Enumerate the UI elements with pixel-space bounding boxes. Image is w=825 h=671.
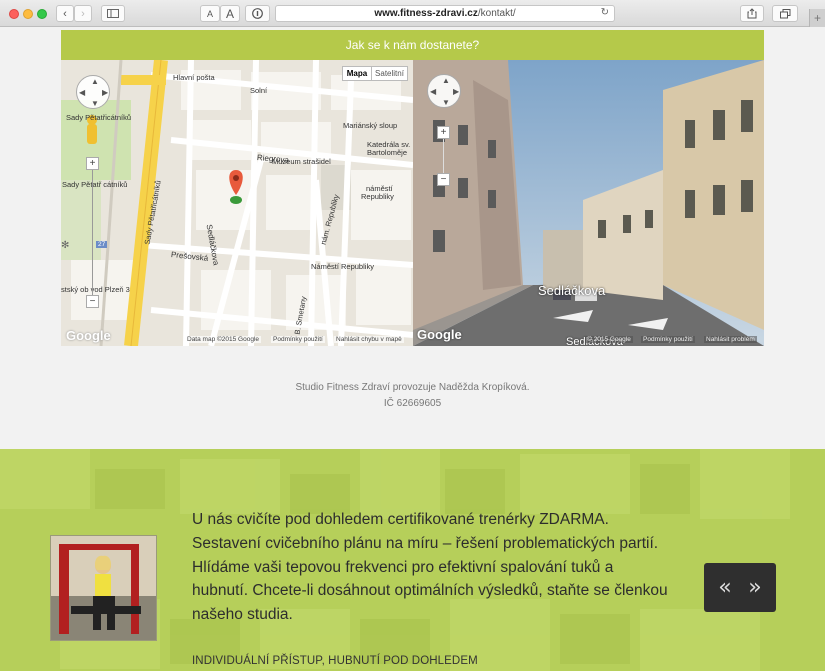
- map-pan-control[interactable]: ▲ ▼ ◀ ▶: [76, 75, 110, 109]
- map-label-road-27: 27: [96, 241, 108, 248]
- promo-section: U nás cvičíte pod dohledem certifikované…: [0, 449, 825, 671]
- font-smaller-label: A: [206, 8, 213, 19]
- map-footer: Data map ©2015 Google Podmínky použití N…: [61, 332, 413, 346]
- map-label-hlavni-posta: Hlavní pošta: [173, 73, 215, 82]
- promo-text: U nás cvičíte pod dohledem certifikované…: [192, 511, 668, 624]
- close-window-button[interactable]: [9, 9, 19, 19]
- promo-slider-controls: « »: [704, 563, 776, 612]
- map-type-map-button[interactable]: Mapa: [342, 66, 372, 81]
- forward-button[interactable]: ›: [74, 5, 92, 22]
- minus-icon: −: [89, 296, 96, 307]
- sv-zoom-out-button[interactable]: −: [437, 173, 450, 186]
- pan-down-icon[interactable]: ▼: [442, 98, 450, 107]
- sidebar-button[interactable]: [101, 5, 125, 22]
- previous-slide-button[interactable]: «: [718, 575, 731, 600]
- map-zoom-in-button[interactable]: +: [86, 157, 99, 170]
- plus-icon: +: [440, 127, 447, 138]
- pan-left-icon[interactable]: ◀: [430, 87, 436, 96]
- map-label-sady-2: Sady Pětatř cátníků: [62, 180, 128, 189]
- gear-icon[interactable]: ✻: [61, 240, 69, 251]
- map-label-katedrala-2: Bartoloměje: [367, 148, 408, 157]
- back-button[interactable]: ‹: [56, 5, 74, 22]
- font-smaller-button[interactable]: A: [200, 5, 220, 22]
- sv-terms-link[interactable]: Podmínky použití: [641, 336, 695, 343]
- zoom-window-button[interactable]: [37, 9, 47, 19]
- map-label-namesti-republiky: Náměstí Republiky: [311, 262, 374, 271]
- sv-zoom-in-button[interactable]: +: [437, 126, 450, 139]
- plus-icon: +: [89, 158, 96, 169]
- chevron-right-icon: ›: [81, 7, 85, 20]
- directions-header: Jak se k nám dostanete?: [61, 30, 764, 60]
- map-type-satellite-button[interactable]: Satelitní: [371, 66, 408, 81]
- pan-right-icon[interactable]: ▶: [102, 88, 108, 97]
- company-info: Studio Fitness Zdraví provozuje Naděžda …: [0, 380, 825, 412]
- sv-street-label: Sedláčkova: [538, 283, 606, 298]
- next-slide-button[interactable]: »: [748, 575, 761, 600]
- directions-title: Jak se k nám dostanete?: [345, 38, 480, 52]
- map-label-obvod: stský ob vod Plzeň 3: [61, 285, 130, 294]
- sv-zoom-track[interactable]: [443, 139, 444, 173]
- map-zoom-out-button[interactable]: −: [86, 295, 99, 308]
- street-view-canvas: [413, 60, 764, 346]
- tabs-overview-button[interactable]: [772, 5, 798, 22]
- pan-up-icon[interactable]: ▲: [91, 77, 99, 86]
- font-larger-button[interactable]: A: [220, 5, 240, 22]
- minus-icon: −: [440, 174, 447, 185]
- map-label-republiky: Republiky: [361, 192, 394, 201]
- reader-icon: [252, 8, 263, 19]
- reader-button[interactable]: [245, 5, 270, 22]
- map-label-sady-petatricatniku: Sady Pětatřicátníků: [66, 113, 132, 122]
- map-zoom-track[interactable]: [92, 170, 93, 295]
- map-canvas: [61, 60, 413, 346]
- pan-left-icon[interactable]: ◀: [79, 88, 85, 97]
- plus-icon: +: [813, 11, 821, 25]
- sv-report-link[interactable]: Nahlásit problém: [704, 336, 757, 343]
- street-view[interactable]: ▲ ▼ ◀ ▶ + − Sedláčkova Sedláčkova Google…: [413, 60, 764, 346]
- pan-right-icon[interactable]: ▶: [453, 87, 459, 96]
- map-report-link[interactable]: Nahlásit chybu v mapě: [334, 336, 404, 343]
- browser-toolbar: ‹ › A A www.fitness-zdravi.cz/kontakt/ ↻…: [0, 0, 825, 27]
- pan-up-icon[interactable]: ▲: [442, 76, 450, 85]
- sv-copyright: © 2015 Google: [585, 336, 633, 343]
- map-data-attribution: Data map ©2015 Google: [185, 336, 262, 343]
- promo-subtitle: INDIVIDUÁLNÍ PŘÍSTUP, HUBNUTÍ POD DOHLED…: [192, 655, 478, 667]
- share-button[interactable]: [740, 5, 764, 22]
- font-larger-label: A: [225, 6, 234, 21]
- chevron-left-icon: ‹: [63, 7, 67, 20]
- tabs-icon: [779, 8, 790, 18]
- map-label-mariansky-sloup: Mariánský sloup: [343, 121, 398, 130]
- company-ico: IČ 62669605: [383, 398, 442, 409]
- new-tab-button[interactable]: +: [809, 9, 825, 27]
- pan-down-icon[interactable]: ▼: [91, 99, 99, 108]
- trainer-photo: [50, 535, 157, 641]
- map-terms-link[interactable]: Podmínky použití: [271, 336, 325, 343]
- google-map[interactable]: Hlavní pošta Solní Sady Pětatřicátníků M…: [61, 60, 413, 346]
- address-bar[interactable]: www.fitness-zdravi.cz/kontakt/ ↻: [275, 5, 615, 22]
- sv-footer: © 2015 Google Podmínky použití Nahlásit …: [413, 332, 764, 346]
- sv-pan-control[interactable]: ▲ ▼ ◀ ▶: [427, 74, 461, 108]
- url-path: /kontakt/: [477, 8, 516, 19]
- url-domain: www.fitness-zdravi.cz: [374, 8, 478, 19]
- share-icon: [747, 8, 757, 19]
- company-owner: Studio Fitness Zdraví provozuje Naděžda …: [295, 382, 530, 393]
- trainer-image: [51, 536, 156, 640]
- map-type-satellite-label: Satelitní: [375, 69, 404, 78]
- reload-icon[interactable]: ↻: [601, 7, 609, 18]
- minimize-window-button[interactable]: [23, 9, 33, 19]
- map-type-map-label: Mapa: [346, 69, 368, 78]
- map-label-solni: Solní: [250, 86, 268, 95]
- sidebar-icon: [107, 9, 119, 18]
